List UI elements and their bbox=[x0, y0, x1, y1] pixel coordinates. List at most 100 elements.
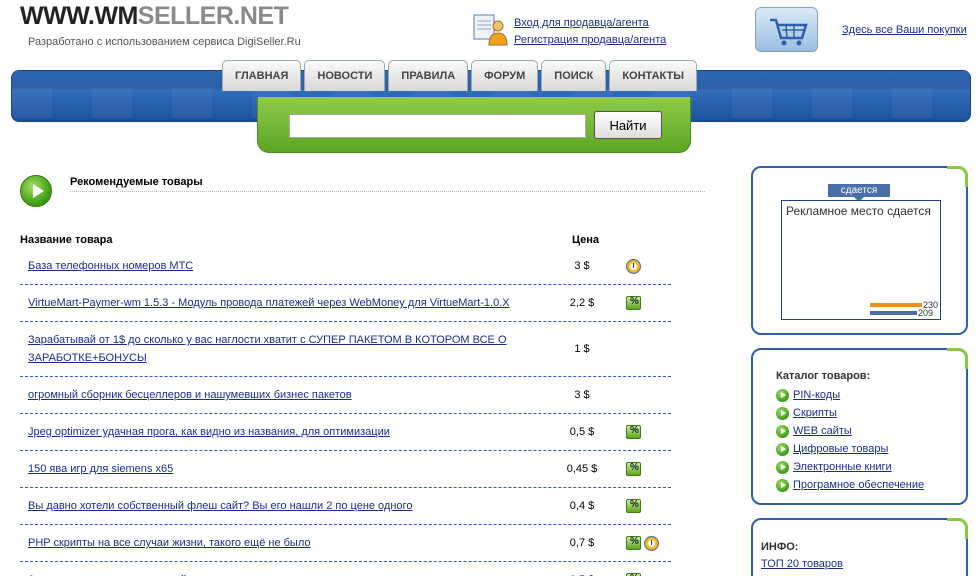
recommended-title: Рекомендуемые товары bbox=[70, 176, 203, 188]
ad-stat-bar-1 bbox=[870, 303, 922, 307]
product-price: 0,45 $ bbox=[566, 463, 598, 475]
catalog-item: Электронные книги bbox=[776, 458, 924, 476]
tab-home[interactable]: ГЛАВНАЯ bbox=[222, 60, 302, 91]
catalog-title: Каталог товаров: bbox=[776, 370, 871, 382]
product-link[interactable]: 150 ява игр для siemens x65 bbox=[28, 463, 173, 475]
table-row: База телефонных номеров МТС 3 $ bbox=[20, 248, 671, 285]
table-row: Зарабатывай от 1$ до сколько у вас нагло… bbox=[20, 322, 671, 377]
catalog-item: WEB сайты bbox=[776, 422, 924, 440]
product-name-cell: Jpeg optimizer удачная прога, как видно … bbox=[20, 414, 548, 450]
table-row: VirtueMart-Paymer-wm 1.5.3 - Модуль пров… bbox=[20, 285, 671, 322]
product-price: 0,4 $ bbox=[569, 500, 595, 512]
catalog-link[interactable]: Скрипты bbox=[793, 404, 837, 422]
column-header-name: Название товара bbox=[20, 234, 113, 246]
tab-contacts[interactable]: КОНТАКТЫ bbox=[609, 60, 697, 91]
seller-login-link[interactable]: Вход для продавца/агента bbox=[514, 15, 666, 32]
product-icons bbox=[616, 258, 641, 274]
column-header-price: Цена bbox=[572, 234, 600, 246]
catalog-link[interactable]: WEB сайты bbox=[793, 422, 852, 440]
divider bbox=[70, 191, 705, 192]
catalog-list: PIN-коды Скрипты WEB сайты Цифровые товары Э… bbox=[776, 386, 924, 494]
table-row: 6 электронных игр по смешной цене0,5 $ bbox=[20, 562, 671, 576]
catalog-link[interactable]: PIN-коды bbox=[793, 386, 840, 404]
logo-part1: WWW.WM bbox=[20, 2, 138, 30]
tab-search[interactable]: ПОИСК bbox=[541, 60, 607, 91]
logo-subtitle: Разработано с использованием сервиса Dig… bbox=[28, 36, 301, 48]
site-logo[interactable]: WWW.WMSELLER.NET bbox=[20, 2, 289, 31]
product-price: 0,5 $ bbox=[569, 426, 595, 438]
arrow-bullet-icon bbox=[776, 460, 789, 474]
table-row: Jpeg optimizer удачная прога, как видно … bbox=[20, 414, 671, 451]
product-link[interactable]: PHP скрипты на все случаи жизни, такого … bbox=[28, 537, 310, 549]
product-price: 3 $ bbox=[574, 389, 590, 401]
catalog-link[interactable]: Цифровые товары bbox=[793, 440, 888, 458]
product-icons bbox=[616, 462, 641, 476]
arrow-bullet-icon bbox=[776, 478, 789, 492]
product-name-cell: 150 ява игр для siemens x65 bbox=[20, 451, 548, 487]
product-name-cell: Вы давно хотели собственный флеш сайт? В… bbox=[20, 488, 548, 524]
product-icons bbox=[616, 535, 659, 551]
clock-icon bbox=[626, 258, 641, 274]
product-price: 1 $ bbox=[574, 343, 590, 355]
discount-icon bbox=[626, 536, 641, 550]
product-price: 3 $ bbox=[574, 260, 590, 272]
discount-icon bbox=[626, 425, 641, 439]
logo-part2: SELLER.NET bbox=[137, 2, 289, 30]
product-icons bbox=[616, 296, 641, 310]
tab-rules[interactable]: ПРАВИЛА bbox=[388, 60, 469, 91]
top20-link[interactable]: ТОП 20 товаров bbox=[761, 558, 843, 570]
product-name-cell: огромный сборник бесцеллеров и нашумевши… bbox=[20, 377, 548, 413]
product-name-cell: PHP скрипты на все случаи жизни, такого … bbox=[20, 525, 548, 561]
product-link[interactable]: Jpeg optimizer удачная прога, как видно … bbox=[28, 426, 390, 438]
discount-icon bbox=[626, 296, 641, 310]
discount-icon bbox=[626, 462, 641, 476]
product-list: База телефонных номеров МТС 3 $ VirtueMart… bbox=[20, 248, 671, 576]
ad-count-2: 209 bbox=[918, 308, 934, 318]
product-icons bbox=[616, 499, 641, 513]
ad-stat-bar-2 bbox=[870, 311, 917, 315]
purchases-link[interactable]: Здесь все Ваши покупки bbox=[842, 24, 967, 36]
product-link[interactable]: База телефонных номеров МТС bbox=[28, 260, 193, 272]
catalog-item: PIN-коды bbox=[776, 386, 924, 404]
ad-tag: сдается bbox=[828, 184, 890, 202]
arrow-bullet-icon bbox=[776, 388, 789, 402]
seller-register-link[interactable]: Регистрация продавца/агента bbox=[514, 32, 666, 49]
product-link[interactable]: VirtueMart-Paymer-wm 1.5.3 - Модуль пров… bbox=[28, 297, 510, 309]
search-button[interactable]: Найти bbox=[594, 111, 662, 139]
table-row: Вы давно хотели собственный флеш сайт? В… bbox=[20, 488, 671, 525]
catalog-link[interactable]: Электронные книги bbox=[793, 458, 892, 476]
product-name-cell: 6 электронных игр по смешной цене bbox=[20, 562, 548, 576]
table-row: 150 ява игр для siemens x65 0,45 $ bbox=[20, 451, 671, 488]
catalog-item: Скрипты bbox=[776, 404, 924, 422]
catalog-link[interactable]: Програмное обеспечение bbox=[793, 476, 924, 494]
table-row: огромный сборник бесцеллеров и нашумевши… bbox=[20, 377, 671, 414]
seller-links: Вход для продавца/агента Регистрация про… bbox=[514, 15, 666, 49]
cart-button[interactable] bbox=[755, 7, 818, 52]
table-row: PHP скрипты на все случаи жизни, такого … bbox=[20, 525, 671, 562]
product-price: 2,2 $ bbox=[569, 297, 595, 309]
play-arrow-icon bbox=[20, 175, 52, 207]
discount-icon bbox=[626, 499, 641, 513]
arrow-bullet-icon bbox=[776, 442, 789, 456]
info-title: ИНФО: bbox=[761, 541, 799, 553]
ad-banner[interactable]: Рекламное место сдается 230 209 bbox=[781, 200, 941, 320]
product-name-cell: VirtueMart-Paymer-wm 1.5.3 - Модуль пров… bbox=[20, 285, 548, 321]
product-link[interactable]: Вы давно хотели собственный флеш сайт? В… bbox=[28, 500, 412, 512]
product-name-cell: Зарабатывай от 1$ до сколько у вас нагло… bbox=[20, 322, 548, 376]
tab-news[interactable]: НОВОСТИ bbox=[304, 60, 386, 91]
arrow-bullet-icon bbox=[776, 424, 789, 438]
seller-icon bbox=[473, 14, 508, 46]
search-input[interactable] bbox=[289, 114, 586, 138]
catalog-item: Цифровые товары bbox=[776, 440, 924, 458]
ad-text: Рекламное место сдается bbox=[786, 204, 931, 218]
product-link[interactable]: Зарабатывай от 1$ до сколько у вас нагло… bbox=[28, 334, 507, 364]
main-nav: ГЛАВНАЯ НОВОСТИ ПРАВИЛА ФОРУМ ПОИСК КОНТ… bbox=[222, 60, 697, 91]
tab-forum[interactable]: ФОРУМ bbox=[471, 60, 539, 91]
arrow-bullet-icon bbox=[776, 406, 789, 420]
clock-icon bbox=[644, 535, 659, 551]
cart-icon bbox=[770, 18, 808, 46]
product-name-cell: База телефонных номеров МТС bbox=[20, 248, 548, 284]
product-link[interactable]: огромный сборник бесцеллеров и нашумевши… bbox=[28, 389, 352, 401]
catalog-item: Програмное обеспечение bbox=[776, 476, 924, 494]
product-price: 0,7 $ bbox=[569, 537, 595, 549]
